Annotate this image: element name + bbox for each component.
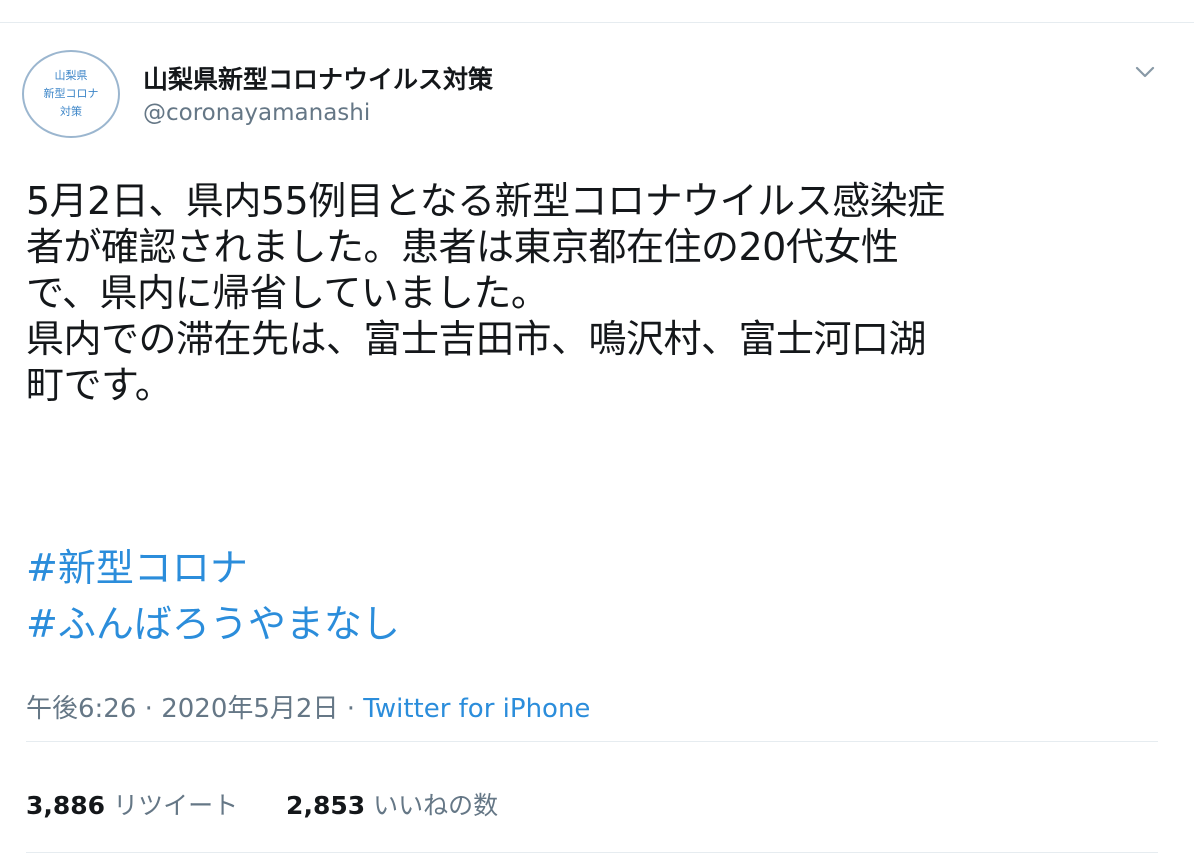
- likes-count: 2,853: [286, 791, 366, 820]
- stats-divider-top: [26, 741, 1158, 742]
- tweet-text: 5月2日、県内55例目となる新型コロナウイルス感染症 者が確認されました。患者は…: [26, 179, 945, 407]
- hashtag-list: #新型コロナ #ふんばろうやまなし: [26, 540, 400, 652]
- retweets-stat[interactable]: 3,886 リツイート: [26, 786, 238, 822]
- tweet-meta: 午後6:26 · 2020年5月2日 · Twitter for iPhone: [26, 688, 590, 725]
- retweets-count: 3,886: [26, 791, 106, 820]
- likes-label: いいねの数: [373, 791, 499, 820]
- tweet-time[interactable]: 午後6:26: [26, 694, 136, 724]
- avatar-text-line: 山梨県: [54, 69, 88, 82]
- avatar-text-line: 新型コロナ: [43, 87, 99, 100]
- author-display-name[interactable]: 山梨県新型コロナウイルス対策: [143, 60, 493, 96]
- tweet-date[interactable]: 2020年5月2日: [161, 694, 338, 724]
- tweet-stats: 3,886 リツイート 2,853 いいねの数: [26, 786, 538, 822]
- more-options-button[interactable]: [1128, 58, 1162, 88]
- meta-separator: ·: [144, 694, 153, 724]
- hashtag-link[interactable]: #ふんばろうやまなし: [26, 596, 400, 652]
- hashtag-link[interactable]: #新型コロナ: [26, 540, 400, 596]
- tweet-source-link[interactable]: Twitter for iPhone: [363, 694, 590, 724]
- chevron-down-icon: [1135, 66, 1155, 78]
- stats-divider-bottom: [26, 852, 1158, 853]
- likes-stat[interactable]: 2,853 いいねの数: [286, 786, 498, 822]
- retweets-label: リツイート: [113, 791, 239, 820]
- avatar-text-line: 対策: [60, 105, 82, 118]
- avatar[interactable]: 山梨県 新型コロナ 対策: [22, 50, 120, 138]
- author-handle[interactable]: @coronayamanashi: [143, 100, 370, 126]
- meta-separator: ·: [346, 694, 355, 724]
- top-divider: [0, 22, 1194, 23]
